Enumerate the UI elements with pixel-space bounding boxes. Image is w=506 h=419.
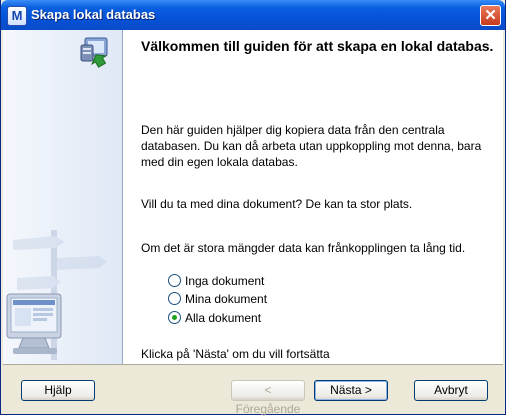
cancel-button[interactable]: Avbryt — [414, 380, 488, 401]
next-button[interactable]: Nästa > — [314, 380, 388, 401]
wizard-window: M Skapa lokal databas ✕ Välkommen till g… — [0, 0, 506, 416]
radio-circle[interactable] — [168, 274, 181, 287]
hint-text: Klicka på 'Nästa' om du vill fortsätta — [141, 347, 330, 361]
warning-text: Om det är stora mängder data kan frånkop… — [141, 241, 466, 255]
radio-circle[interactable] — [168, 311, 181, 324]
help-button[interactable]: Hjälp — [21, 380, 95, 401]
title-bar[interactable]: M Skapa lokal databas ✕ — [1, 0, 505, 30]
radio-label[interactable]: Alla dokument — [185, 310, 261, 326]
close-button[interactable]: ✕ — [480, 5, 501, 26]
signpost-computer-illustration — [6, 37, 108, 360]
question-text: Vill du ta med dina dokument? De kan ta … — [141, 197, 413, 211]
side-panel — [3, 30, 123, 364]
radio-label[interactable]: Inga dokument — [185, 273, 264, 289]
computer-database-icon — [80, 37, 108, 68]
radio-selected-dot — [172, 315, 177, 320]
wizard-content: Välkommen till guiden för att skapa en l… — [3, 30, 503, 364]
radio-label[interactable]: Mina dokument — [185, 291, 267, 307]
radio-circle[interactable] — [168, 292, 181, 305]
intro-text: Den här guiden hjälper dig kopiera data … — [141, 123, 482, 169]
app-icon: M — [7, 6, 27, 26]
page-title: Välkommen till guiden för att skapa en l… — [141, 38, 494, 54]
main-panel: Välkommen till guiden för att skapa en l… — [124, 30, 503, 364]
window-title: Skapa lokal databas — [31, 7, 156, 22]
previous-button[interactable]: < Föregående — [231, 380, 305, 416]
footer-divider — [3, 364, 503, 365]
